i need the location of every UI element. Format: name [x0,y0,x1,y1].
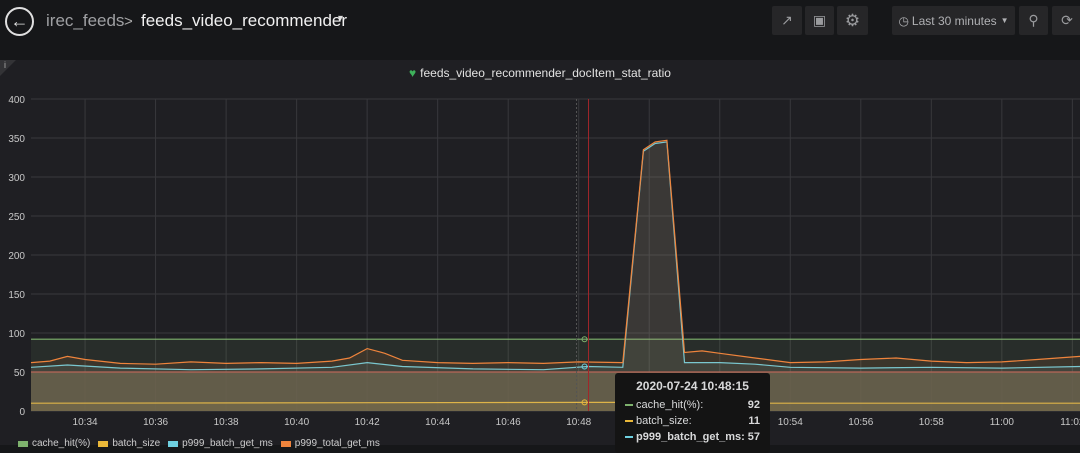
tooltip-series: p999_batch_get_ms: [625,431,745,443]
y-tick-label: 50 [14,368,26,379]
graph-legend: cache_hit(%) batch_size p999_batch_get_ms p… [18,438,388,449]
series-area-p999_total_get_ms [31,140,1080,412]
series-swatch [625,420,633,422]
y-tick-label: 250 [8,212,25,223]
graph-tooltip: 2020-07-24 10:48:15 cache_hit(%): 92 batch… [615,373,770,453]
x-tick-label: 10:34 [73,417,98,428]
tooltip-row: batch_size: 11 [625,413,760,429]
tooltip-value: 11 [748,415,760,427]
y-tick-label: 0 [19,407,25,418]
y-tick-label: 200 [8,251,25,262]
x-tick-label: 10:40 [284,417,309,428]
tooltip-time: 2020-07-24 10:48:15 [636,379,749,393]
tooltip-row: p999_batch_get_ms: 57 [625,429,760,445]
series-swatch [625,404,633,406]
x-tick-label: 10:46 [496,417,521,428]
x-tick-label: 11:02 [1060,417,1080,428]
series-line-p999_total_get_ms [30,139,1080,365]
x-tick-label: 10:48 [566,417,591,428]
x-tick-label: 10:44 [425,417,450,428]
legend-swatch [280,440,291,447]
legend-label: batch_size [112,438,161,449]
series-line-p999_batch_get_ms [30,141,1080,371]
x-tick-label: 10:36 [143,417,168,428]
legend-item[interactable]: p999_total_get_ms [280,438,380,449]
tooltip-row: cache_hit(%): 92 [625,397,760,413]
legend-swatch [98,440,109,447]
x-tick-label: 10:38 [214,417,239,428]
tooltip-value: 92 [747,399,760,411]
y-tick-label: 100 [8,329,25,340]
tooltip-series: batch_size: [625,415,692,427]
x-tick-label: 10:58 [919,417,944,428]
tooltip-label: p999_batch_get_ms: [636,431,745,443]
legend-label: cache_hit(%) [32,438,91,449]
tooltip-series: cache_hit(%): [625,399,703,411]
x-tick-label: 10:54 [778,417,803,428]
y-tick-label: 300 [8,173,25,184]
legend-swatch [168,440,179,447]
series-swatch [625,436,633,438]
legend-item[interactable]: p999_batch_get_ms [168,438,273,449]
tooltip-label: batch_size: [636,415,692,427]
tooltip-value: 57 [747,431,760,443]
x-tick-label: 10:56 [848,417,873,428]
y-tick-label: 350 [8,134,25,145]
tooltip-label: cache_hit(%): [636,399,704,411]
legend-item[interactable]: cache_hit(%) [18,438,90,449]
legend-swatch [18,440,28,447]
y-tick-label: 400 [8,95,25,106]
legend-label: p999_batch_get_ms [182,438,273,449]
y-tick-label: 150 [8,290,25,301]
graph-chart[interactable]: 0 50 100 150 200 250 300 350 400 10:34 10:36 10:38 1… [0,0,1080,445]
legend-item[interactable]: batch_size [98,438,160,449]
legend-label: p999_total_get_ms [294,438,380,449]
x-tick-label: 10:42 [355,417,380,428]
x-tick-label: 11:00 [990,417,1015,428]
